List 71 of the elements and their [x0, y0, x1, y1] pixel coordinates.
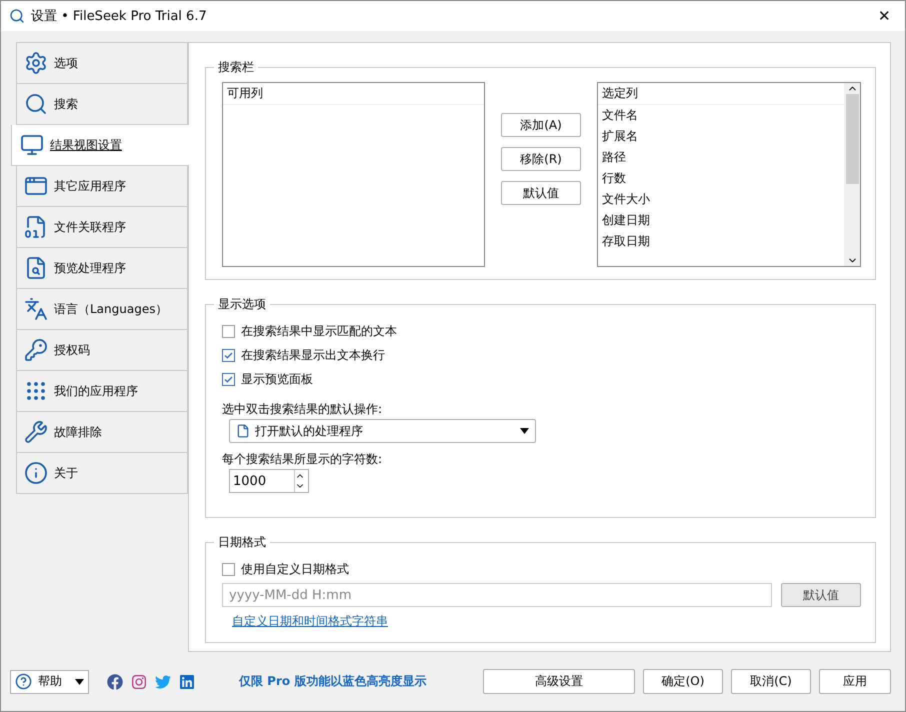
close-button[interactable]: ✕ [872, 7, 897, 25]
checkbox-label: 使用自定义日期格式 [241, 560, 349, 578]
sidebar-tab[interactable]: 其它应用程序 [16, 166, 188, 207]
checkbox[interactable] [222, 324, 235, 338]
field-label: 选中双击搜索结果的默认操作: [222, 401, 384, 418]
sidebar-tab[interactable]: 故障排除 [16, 412, 188, 453]
date-format-field[interactable]: yyyy-MM-dd H:mm [222, 583, 772, 607]
sidebar-tab[interactable]: 语言（Languages） [16, 289, 188, 330]
list-item[interactable]: 存取日期 [598, 231, 844, 252]
instagram-icon[interactable] [131, 674, 147, 690]
linkedin-icon[interactable] [179, 674, 195, 690]
checkbox-label: 显示预览面板 [241, 370, 313, 388]
help-dropdown[interactable]: 帮助 [10, 670, 89, 694]
list-header: 可用列 [223, 83, 484, 105]
list-action-button[interactable]: 移除(R) [501, 147, 581, 171]
caret-icon [75, 678, 84, 684]
language-icon [24, 297, 48, 321]
dialog-button[interactable]: 应用 [819, 669, 891, 694]
dot-grid-icon [24, 379, 48, 403]
checkbox[interactable] [222, 372, 235, 386]
scrollbar[interactable] [844, 83, 860, 266]
info-icon [24, 461, 48, 485]
list-item[interactable]: 路径 [598, 147, 844, 168]
window-title: 设置 • FileSeek Pro Trial 6.7 [31, 8, 208, 25]
file-search-icon [24, 256, 48, 280]
list-item[interactable]: 创建日期 [598, 210, 844, 231]
search-icon [24, 92, 48, 116]
group-title: 日期格式 [217, 534, 267, 551]
dialog-button[interactable]: 确定(O) [643, 669, 723, 694]
dialog-button[interactable]: 高级设置 [483, 669, 635, 694]
field-label: 每个搜索结果所显示的字符数: [222, 451, 384, 468]
sidebar-tab[interactable]: 文件关联程序 [16, 207, 188, 248]
checkbox-label: 在搜索结果中显示匹配的文本 [241, 322, 397, 340]
checkbox[interactable] [222, 348, 235, 362]
sidebar-tab[interactable]: 授权码 [16, 330, 188, 371]
pro-notice: 仅限 Pro 版功能以蓝色高亮度显示 [239, 673, 428, 690]
sidebar-tab[interactable]: 关于 [16, 453, 188, 494]
app-icon [9, 8, 25, 24]
sidebar-tab[interactable]: 搜索 [16, 84, 188, 125]
action-dropdown[interactable]: 打开默认的处理程序 [229, 419, 536, 443]
list-header: 选定列 [598, 83, 844, 105]
wrench-icon [24, 420, 48, 444]
list-item[interactable]: 扩展名 [598, 126, 844, 147]
window-icon [24, 174, 48, 198]
group-title: 显示选项 [217, 296, 267, 313]
dialog-button[interactable]: 取消(C) [731, 669, 811, 694]
file-icon [236, 424, 250, 438]
list-item[interactable]: 行数 [598, 168, 844, 189]
group-title: 搜索栏 [217, 59, 255, 76]
list-item[interactable]: 文件大小 [598, 189, 844, 210]
sidebar-tab[interactable]: 选项 [16, 42, 188, 84]
list-action-button[interactable]: 添加(A) [501, 113, 581, 137]
sidebar-tab[interactable]: 我们的应用程序 [16, 371, 188, 412]
list-box[interactable]: 选定列 文件名 扩展名 路径 行数 文件大小 创建日期 存取日期 [597, 82, 861, 267]
settings-icon [24, 51, 48, 75]
caret-icon [520, 428, 529, 434]
list-item[interactable]: 文件名 [598, 105, 844, 126]
help-icon [15, 673, 32, 690]
monitor-icon [20, 133, 44, 157]
file-digits-icon [24, 215, 48, 239]
sidebar-tab[interactable]: 预览处理程序 [16, 248, 188, 289]
sidebar-tab[interactable]: 结果视图设置 [11, 125, 189, 166]
facebook-icon[interactable] [107, 674, 123, 690]
key-icon [24, 338, 48, 362]
list-box[interactable]: 可用列 [222, 82, 485, 267]
list-action-button[interactable]: 默认值 [501, 181, 581, 205]
format-help-link[interactable]: 自定义日期和时间格式字符串 [232, 613, 388, 630]
default-button[interactable]: 默认值 [781, 583, 861, 607]
checkbox[interactable] [222, 562, 235, 576]
checkbox-label: 在搜索结果显示出文本换行 [241, 346, 385, 364]
number-spinner[interactable]: 1000 [229, 469, 309, 493]
